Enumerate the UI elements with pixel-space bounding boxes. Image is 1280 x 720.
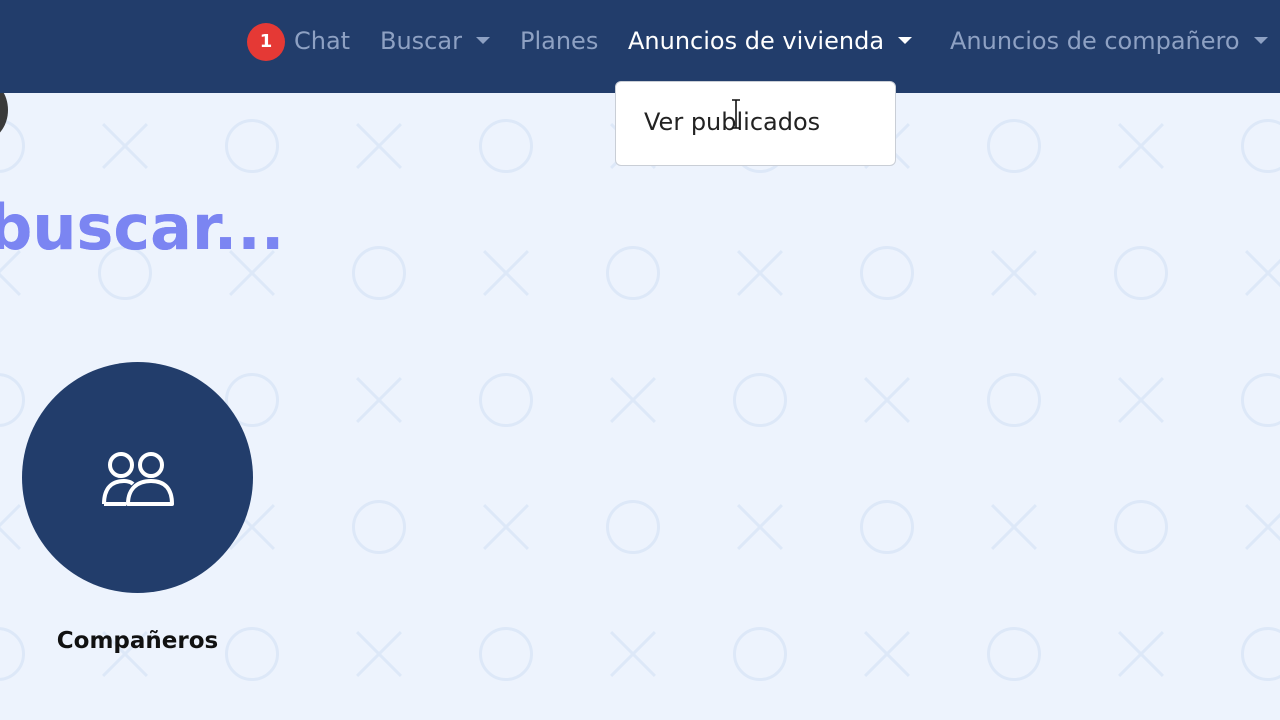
- nav-anuncios-companero-label: Anuncios de compañero: [950, 27, 1240, 55]
- chat-notification-badge: 1: [247, 23, 285, 61]
- nav-buscar-dropdown[interactable]: Buscar: [380, 24, 490, 58]
- nav-chat[interactable]: Chat: [294, 24, 350, 58]
- pattern-circle: [479, 373, 533, 427]
- pattern-circle: [479, 627, 533, 681]
- pattern-cross: [987, 246, 1041, 300]
- users-icon: [102, 452, 174, 506]
- pattern-circle: [1241, 627, 1280, 681]
- pattern-circle: [733, 627, 787, 681]
- companeros-card-button[interactable]: [22, 362, 253, 593]
- pattern-cross: [352, 627, 406, 681]
- caret-down-icon: [898, 37, 913, 44]
- pattern-cross: [1114, 373, 1168, 427]
- pattern-circle: [479, 119, 533, 173]
- pattern-cross: [1114, 627, 1168, 681]
- pattern-circle: [352, 246, 406, 300]
- pattern-cross: [733, 500, 787, 554]
- pattern-circle: [1241, 373, 1280, 427]
- pattern-cross: [479, 500, 533, 554]
- pattern-circle: [860, 246, 914, 300]
- pattern-cross: [733, 246, 787, 300]
- pattern-cross: [987, 500, 1041, 554]
- top-navbar: 1 Chat Buscar Planes Anuncios de viviend…: [0, 0, 1280, 93]
- nav-anuncios-vivienda-dropdown[interactable]: Anuncios de vivienda: [628, 24, 913, 58]
- anuncios-vivienda-dropdown-menu: Ver publicados: [615, 81, 896, 166]
- pattern-cross: [479, 246, 533, 300]
- pattern-cross: [606, 373, 660, 427]
- pattern-circle: [860, 500, 914, 554]
- pattern-cross: [0, 500, 25, 554]
- pattern-circle: [987, 373, 1041, 427]
- pattern-cross: [352, 119, 406, 173]
- pattern-circle: [1114, 246, 1168, 300]
- pattern-circle: [1241, 119, 1280, 173]
- caret-down-icon: [475, 37, 490, 44]
- pattern-cross: [860, 627, 914, 681]
- pattern-circle: [987, 627, 1041, 681]
- pattern-cross: [1114, 119, 1168, 173]
- pattern-circle: [225, 119, 279, 173]
- page-heading: buscar...: [0, 188, 284, 268]
- pattern-circle: [0, 119, 25, 173]
- pattern-circle: [352, 500, 406, 554]
- pattern-circle: [987, 119, 1041, 173]
- companeros-card-label[interactable]: Compañeros: [0, 628, 275, 654]
- pattern-cross: [606, 627, 660, 681]
- nav-planes[interactable]: Planes: [520, 24, 598, 58]
- pattern-circle: [0, 373, 25, 427]
- pattern-circle: [733, 373, 787, 427]
- pattern-cross: [860, 373, 914, 427]
- pattern-cross: [352, 373, 406, 427]
- text-cursor-icon: [732, 99, 740, 129]
- pattern-circle: [1114, 500, 1168, 554]
- pattern-cross: [98, 119, 152, 173]
- pattern-circle: [606, 500, 660, 554]
- nav-buscar-label: Buscar: [380, 27, 462, 55]
- pattern-circle: [606, 246, 660, 300]
- nav-anuncios-vivienda-label: Anuncios de vivienda: [628, 27, 885, 55]
- pattern-cross: [1241, 246, 1280, 300]
- nav-anuncios-companero-dropdown[interactable]: Anuncios de compañero: [950, 24, 1268, 58]
- pattern-cross: [1241, 500, 1280, 554]
- caret-down-icon: [1253, 37, 1268, 44]
